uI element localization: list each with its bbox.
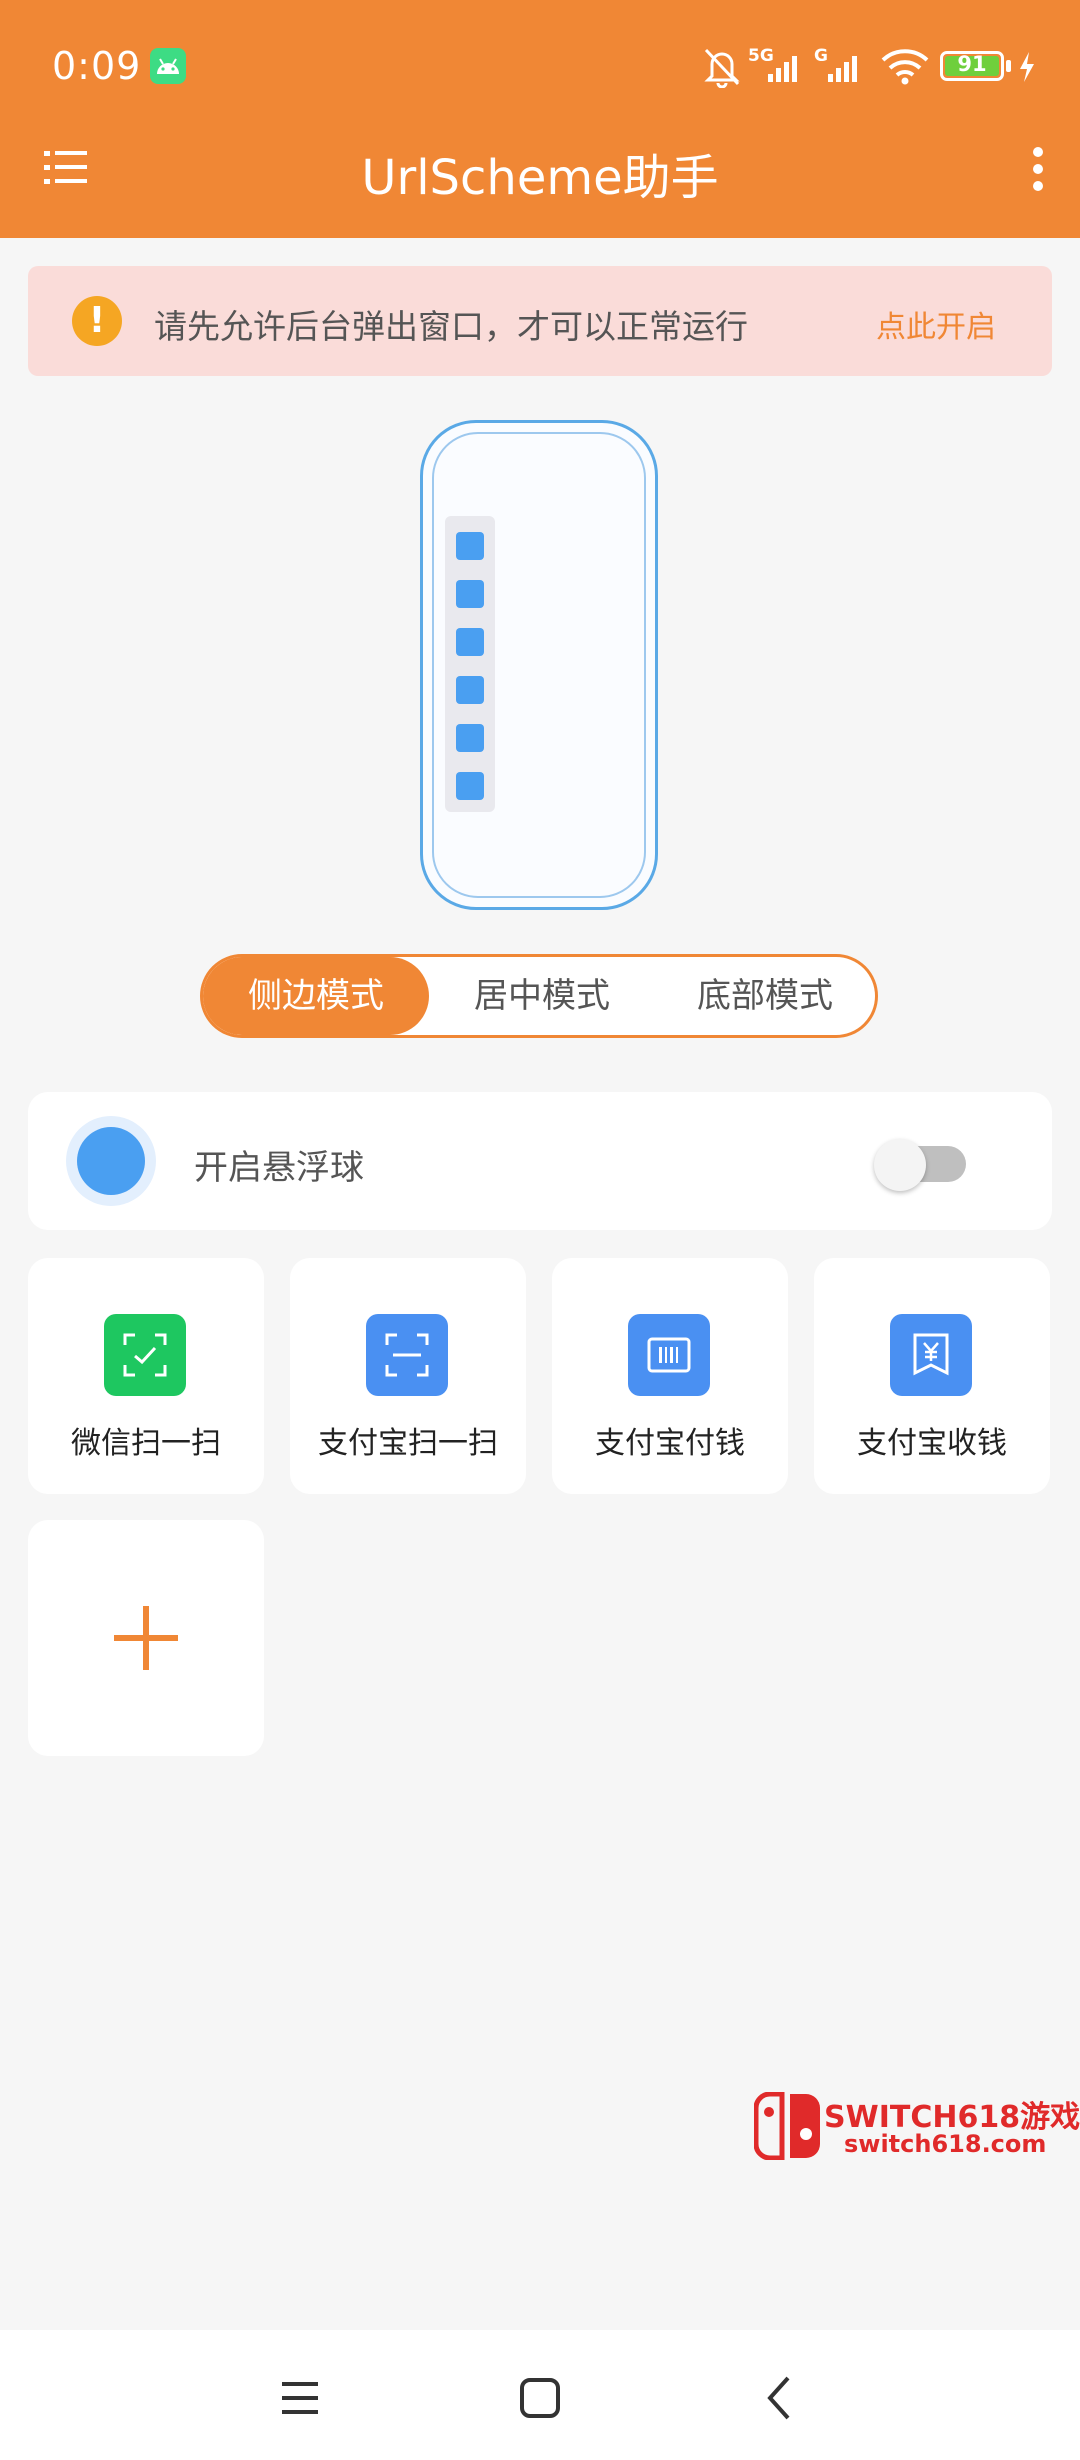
android-icon [150, 48, 186, 84]
alipay-receive-icon [890, 1314, 972, 1396]
shortcut-label: 支付宝扫一扫 [318, 1426, 498, 1461]
watermark-url: switch618.com [844, 2130, 1047, 2158]
preview-slot [456, 628, 484, 656]
shortcut-alipay-scan[interactable]: 支付宝扫一扫 [290, 1258, 526, 1494]
status-time: 0:09 [52, 44, 142, 88]
status-bar: 0:09 5G G 91 [0, 0, 1080, 135]
system-nav-bar [0, 2330, 1080, 2460]
preview-slot [456, 532, 484, 560]
plus-icon [110, 1602, 182, 1678]
shortcut-alipay-pay[interactable]: 支付宝付钱 [552, 1258, 788, 1494]
float-ball-toggle[interactable] [874, 1139, 966, 1191]
float-ball-label: 开启悬浮球 [194, 1148, 364, 1188]
tab-bottom-mode[interactable]: 底部模式 [655, 957, 875, 1035]
preview-sidebar [445, 516, 495, 812]
charging-icon [1018, 52, 1036, 86]
preview-slot [456, 676, 484, 704]
enable-permission-link[interactable]: 点此开启 [876, 302, 996, 346]
shortcut-label: 支付宝付钱 [595, 1426, 745, 1461]
signal-g-icon: G [814, 46, 878, 86]
tab-center-mode[interactable]: 居中模式 [429, 957, 655, 1035]
app-header: 0:09 5G G 91 UrlScheme助手 [0, 0, 1080, 238]
banner-message: 请先允许后台弹出窗口，才可以正常运行 [154, 307, 748, 346]
preview-slot [456, 580, 484, 608]
battery-level: 91 [957, 52, 987, 76]
wechat-scan-icon [104, 1314, 186, 1396]
float-ball-card: 开启悬浮球 [28, 1092, 1052, 1230]
warning-glyph: ! [88, 300, 106, 341]
menu-nav-icon[interactable] [270, 2368, 330, 2428]
wifi-icon [880, 48, 930, 90]
more-vertical-icon[interactable] [1026, 144, 1050, 194]
tab-side-mode[interactable]: 侧边模式 [203, 957, 429, 1035]
shortcut-label: 支付宝收钱 [857, 1426, 1007, 1461]
home-nav-icon[interactable] [510, 2368, 570, 2428]
preview-slot [456, 724, 484, 752]
app-title: UrlScheme助手 [361, 150, 719, 206]
shortcut-label: 微信扫一扫 [71, 1426, 221, 1461]
mute-bell-icon [702, 46, 742, 92]
alipay-scan-icon [366, 1314, 448, 1396]
warning-icon: ! [72, 296, 122, 346]
signal-5g-icon: 5G [748, 46, 812, 86]
mode-selector: 侧边模式 居中模式 底部模式 [200, 954, 878, 1038]
watermark: SWITCH618游戏 switch618.com [753, 2090, 1080, 2162]
permission-banner: ! 请先允许后台弹出窗口，才可以正常运行 点此开启 [28, 266, 1052, 376]
switch-logo-icon [753, 2091, 822, 2161]
back-nav-icon[interactable] [750, 2368, 810, 2428]
shortcut-wechat-scan[interactable]: 微信扫一扫 [28, 1258, 264, 1494]
preview-slot [456, 772, 484, 800]
battery-icon: 91 [940, 51, 1004, 81]
add-shortcut-button[interactable] [28, 1520, 264, 1756]
shortcut-alipay-receive[interactable]: 支付宝收钱 [814, 1258, 1050, 1494]
float-ball-icon [66, 1116, 156, 1206]
alipay-pay-icon [628, 1314, 710, 1396]
